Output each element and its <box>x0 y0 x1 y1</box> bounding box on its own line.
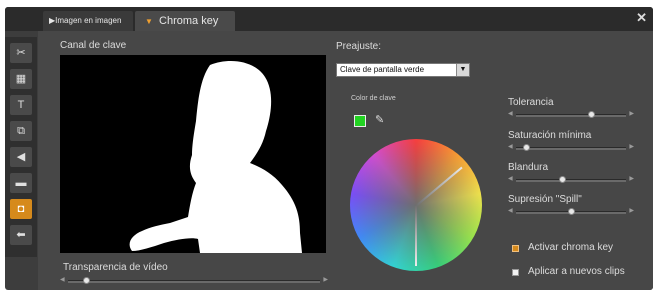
wheel-range-line <box>415 206 417 266</box>
slider-left-arrow-icon[interactable]: ◀ <box>508 110 513 117</box>
effects-icon[interactable]: ⧉ <box>10 121 32 141</box>
slider-track <box>516 179 626 182</box>
slider-left-arrow-icon[interactable]: ◀ <box>508 143 513 150</box>
apply-new-clips-checkbox[interactable] <box>512 269 519 276</box>
key-channel-preview <box>60 55 326 253</box>
image-icon[interactable]: ▦ <box>10 69 32 89</box>
activate-chroma-key-label[interactable]: Activar chroma key <box>528 242 613 253</box>
tolerance-slider[interactable]: ◀ ▶ <box>508 110 634 120</box>
spill-label: Supresión "Spill" <box>508 194 582 205</box>
preset-dropdown[interactable]: Clave de pantalla verde ▼ <box>336 63 470 77</box>
apply-new-clips-label[interactable]: Aplicar a nuevos clips <box>528 266 625 277</box>
min-saturation-slider[interactable]: ◀ ▶ <box>508 143 634 153</box>
wheel-range-line <box>415 166 463 207</box>
close-icon[interactable]: ✕ <box>636 10 647 26</box>
text-icon[interactable]: T <box>10 95 32 115</box>
chroma-key-panel: Canal de clave Transparencia de vídeo ◀ … <box>38 31 653 290</box>
tolerance-label: Tolerancia <box>508 97 554 108</box>
clapperboard-icon[interactable]: ▬ <box>10 173 32 193</box>
scissors-icon[interactable]: ✂ <box>10 43 32 63</box>
min-saturation-label: Saturación mínima <box>508 130 592 141</box>
slider-left-arrow-icon[interactable]: ◀ <box>60 276 65 283</box>
slider-right-arrow-icon[interactable]: ▶ <box>629 110 634 117</box>
audio-icon[interactable]: ◀ <box>10 147 32 167</box>
key-color-label: Color de clave <box>351 95 396 102</box>
tab-pip-label: Imagen en imagen <box>55 16 122 25</box>
slider-knob[interactable] <box>82 277 90 284</box>
slider-left-arrow-icon[interactable]: ◀ <box>508 207 513 214</box>
chroma-key-window: ▶Imagen en imagen ▼ Chroma key ✕ ✂ ▦ T ⧉ ◀ ▬ ◘… <box>5 7 653 290</box>
slider-left-arrow-icon[interactable]: ◀ <box>508 175 513 182</box>
slider-right-arrow-icon[interactable]: ▶ <box>629 175 634 182</box>
slider-track <box>68 280 320 283</box>
tab-bar: ▶Imagen en imagen ▼ Chroma key ✕ <box>5 7 653 31</box>
slider-right-arrow-icon[interactable]: ▶ <box>629 207 634 214</box>
transparency-slider[interactable]: ◀ ▶ <box>60 276 328 286</box>
eyedropper-icon[interactable]: ✎ <box>375 113 384 126</box>
key-color-swatch[interactable] <box>354 115 366 127</box>
tab-chroma-key-label: Chroma key <box>159 15 219 27</box>
softness-label: Blandura <box>508 162 549 173</box>
tab-chroma-key[interactable]: ▼ Chroma key <box>135 11 235 31</box>
silhouette-matte <box>129 61 302 253</box>
chevron-down-icon[interactable]: ▼ <box>456 64 469 76</box>
transparency-label: Transparencia de vídeo <box>63 262 168 273</box>
tab-picture-in-picture[interactable]: ▶Imagen en imagen <box>43 11 133 31</box>
softness-slider[interactable]: ◀ ▶ <box>508 175 634 185</box>
slider-knob[interactable] <box>567 208 575 215</box>
slider-track <box>516 114 626 117</box>
activate-chroma-key-checkbox[interactable] <box>512 245 519 252</box>
preview-label: Canal de clave <box>60 40 127 51</box>
slider-right-arrow-icon[interactable]: ▶ <box>323 276 328 283</box>
preset-selected-value: Clave de pantalla verde <box>340 65 425 74</box>
plugin-icon[interactable]: ⬅ <box>10 225 32 245</box>
color-wheel[interactable] <box>350 139 482 271</box>
preset-label: Preajuste: <box>336 41 382 52</box>
spill-slider[interactable]: ◀ ▶ <box>508 207 634 217</box>
slider-right-arrow-icon[interactable]: ▶ <box>629 143 634 150</box>
side-toolbar: ✂ ▦ T ⧉ ◀ ▬ ◘ ⬅ <box>5 37 37 257</box>
slider-track <box>516 147 626 150</box>
chroma-key-icon[interactable]: ◘ <box>10 199 32 219</box>
chroma-key-tab-icon: ▼ <box>145 17 153 26</box>
